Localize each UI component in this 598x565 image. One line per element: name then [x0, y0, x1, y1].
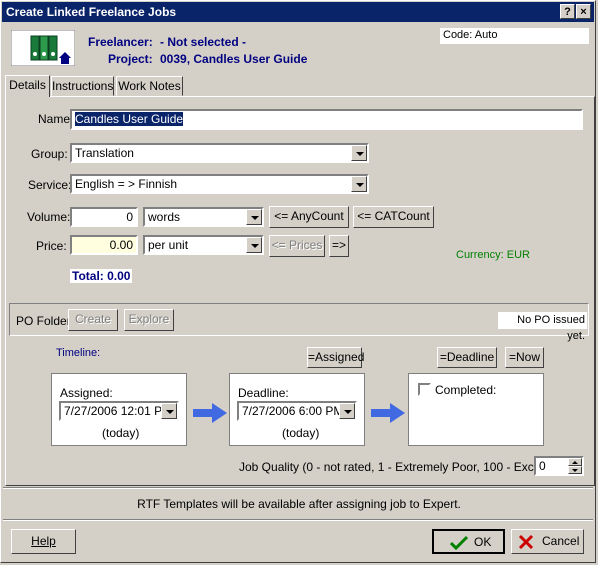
service-select-value: English = > Finnish — [75, 177, 178, 191]
price-label: Price: — [36, 239, 67, 253]
currency-text: Currency: EUR — [456, 249, 530, 261]
window-title: Create Linked Freelance Jobs — [6, 5, 177, 19]
cancel-button[interactable]: Cancel — [511, 529, 584, 554]
volume-unit-select[interactable]: words — [143, 207, 264, 227]
deadline-note: (today) — [282, 426, 320, 440]
price-input[interactable]: 0.00 — [70, 235, 138, 255]
job-quality-value: 0 — [539, 459, 546, 473]
price-unit-value: per unit — [148, 238, 189, 252]
chevron-down-icon[interactable] — [351, 176, 367, 192]
cancel-button-label: Cancel — [542, 534, 580, 548]
set-deadline-button[interactable]: =Deadline — [437, 347, 497, 368]
ok-button-label: OK — [474, 535, 492, 549]
job-quality-label: Job Quality (0 - not rated, 1 - Extremel… — [239, 460, 570, 474]
help-button-label: Help — [31, 534, 56, 548]
rtf-notice: RTF Templates will be available after as… — [137, 497, 461, 511]
assigned-label: Assigned: — [60, 386, 113, 400]
spin-down-icon[interactable] — [568, 466, 582, 474]
help-glyph-icon: ? — [564, 6, 571, 18]
volume-input[interactable]: 0 — [70, 207, 138, 227]
divider — [3, 487, 593, 489]
name-label: Name: — [38, 112, 74, 126]
help-title-button[interactable]: ? — [560, 4, 575, 19]
assigned-note: (today) — [102, 426, 140, 440]
close-icon — [518, 534, 534, 550]
deadline-datetime-value: 7/27/2006 6:00 PM — [242, 404, 344, 418]
total-text: Total: 0.00 — [70, 269, 133, 283]
help-button[interactable]: Help — [11, 529, 76, 554]
chevron-down-icon[interactable] — [246, 209, 262, 225]
service-select[interactable]: English = > Finnish — [70, 174, 369, 194]
name-input[interactable]: Candles User Guide — [70, 109, 583, 130]
close-button[interactable]: × — [576, 4, 591, 19]
arrow-right-icon — [193, 403, 227, 423]
service-label: Service: — [28, 178, 72, 192]
price-unit-select[interactable]: per unit — [143, 235, 264, 255]
freelance-jobs-icon — [10, 29, 76, 67]
completed-checkbox[interactable] — [418, 383, 431, 396]
apply-price-button[interactable]: => — [329, 235, 349, 257]
po-create-button[interactable]: Create — [68, 309, 118, 331]
arrow-right-icon — [371, 403, 405, 423]
ok-button[interactable]: OK — [432, 529, 505, 554]
chevron-down-icon[interactable] — [351, 145, 367, 161]
title-bar[interactable]: Create Linked Freelance Jobs ? × — [2, 2, 594, 22]
deadline-label: Deadline: — [238, 386, 289, 400]
freelancer-value: - Not selected - — [160, 35, 247, 49]
assigned-datetime-picker[interactable]: 7/27/2006 12:01 P — [59, 401, 179, 421]
po-folder-label: PO Folder: — [16, 314, 75, 328]
group-label: Group: — [31, 147, 68, 161]
project-value: 0039, Candles User Guide — [160, 52, 308, 66]
completed-label: Completed: — [435, 383, 497, 397]
tab-details[interactable]: Details — [5, 75, 50, 97]
prices-button[interactable]: <= Prices — [269, 235, 325, 257]
freelancer-label: Freelancer: — [88, 35, 153, 49]
catcount-button[interactable]: <= CATCount — [353, 206, 434, 228]
volume-unit-value: words — [148, 210, 181, 224]
divider — [3, 519, 593, 521]
tab-work-notes[interactable]: Work Notes — [116, 76, 183, 96]
spin-up-icon[interactable] — [568, 458, 582, 466]
group-select-value: Translation — [75, 146, 134, 160]
anycount-button[interactable]: <= AnyCount — [269, 206, 349, 228]
volume-label: Volume: — [27, 210, 71, 224]
chevron-down-icon[interactable] — [339, 403, 355, 419]
chevron-down-icon[interactable] — [161, 403, 177, 419]
deadline-datetime-picker[interactable]: 7/27/2006 6:00 PM — [237, 401, 357, 421]
code-display: Code: Auto — [440, 28, 589, 44]
name-input-value: Candles User Guide — [75, 112, 184, 126]
chevron-down-icon[interactable] — [246, 237, 262, 253]
close-icon: × — [580, 6, 587, 18]
assigned-datetime-value: 7/27/2006 12:01 P — [64, 404, 163, 418]
po-status-text: No PO issued yet. — [498, 312, 587, 342]
tab-instructions[interactable]: Instructions — [51, 76, 114, 96]
po-explore-button[interactable]: Explore — [124, 309, 174, 331]
set-now-button[interactable]: =Now — [505, 347, 544, 368]
checkmark-icon — [450, 535, 468, 551]
job-quality-spinner[interactable]: 0 — [534, 456, 584, 476]
timeline-label: Timeline: — [56, 347, 101, 359]
group-select[interactable]: Translation — [70, 143, 369, 163]
set-assigned-button[interactable]: =Assigned — [307, 347, 364, 368]
project-label: Project: — [108, 52, 153, 66]
